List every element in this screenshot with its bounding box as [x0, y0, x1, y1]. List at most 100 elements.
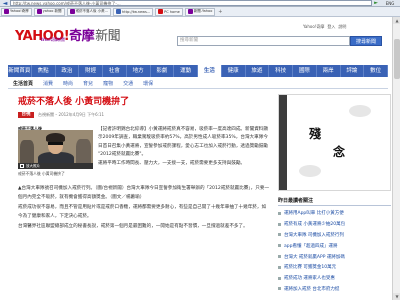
top-link[interactable]: 登入 — [327, 24, 335, 29]
sidebar-link[interactable]: app看懂「超過四成」運將 — [278, 240, 391, 251]
advertisement[interactable]: 殘 念 — [278, 94, 391, 191]
nav-tab[interactable]: 科技 — [269, 65, 293, 77]
sidebar-title: 昨日最讀者關注 — [278, 196, 391, 206]
page-icon — [4, 9, 9, 14]
bullet-icon — [278, 276, 281, 280]
top-link[interactable]: Yahoo!奇摩 — [303, 24, 324, 29]
top-link[interactable]: 說明 — [338, 24, 346, 29]
source-text: 台視新聞 – 2012年4月9日 下午6:11 — [38, 112, 105, 117]
sidebar-list: 運將用App叫車 比打小黃方便戒菸有成 小黃運將少抽20萬包台灣大車隊 司機加入… — [278, 208, 391, 294]
go-icon[interactable]: ► — [372, 0, 380, 6]
ad-text-2: 念 — [333, 145, 346, 159]
photo-enlarge-bar[interactable]: 放大照片 — [18, 163, 93, 169]
search-input[interactable]: 搜尋新聞 — [177, 36, 350, 46]
subnav-item[interactable]: 交通 — [118, 80, 138, 87]
nav-tab[interactable]: 數位 — [364, 65, 388, 77]
scrollbar[interactable]: ▲ ▼ — [392, 17, 400, 300]
body-paragraph: ▲台灣大車隊號召司機加入戒菸行列。（圖/台視新聞）台灣大車隊今日宣誓參加衛生署舉… — [18, 186, 270, 200]
sidebar-link-label: 運將加入戒菸 台北市府力挺 — [284, 286, 340, 292]
bookmark-tab[interactable]: PC home — [155, 7, 183, 16]
subnav-item[interactable]: 時尚 — [58, 80, 78, 87]
bookmark-label: PC home — [164, 9, 180, 14]
sidebar-link[interactable]: 戒菸成功 運將家人也受惠 — [278, 273, 391, 284]
sidebar-link[interactable]: 台灣大車隊 司機加入戒菸行列 — [278, 230, 391, 241]
sidebar-link-label: app看懂「超過四成」運將 — [284, 243, 338, 249]
scroll-up-icon[interactable]: ▲ — [393, 17, 400, 24]
yahoo-logo[interactable]: YAHOO!奇摩新聞 Yahoo!奇摩新聞 — [15, 25, 121, 44]
bookmark-bar: Yahoo!奇摩 yahoo 新聞 戒菸不落人後 小黃... http://tw.ne… — [0, 7, 400, 17]
bookmark-tab[interactable]: yahoo 新聞 — [33, 7, 65, 16]
bullet-icon — [278, 222, 281, 226]
sidebar-link[interactable]: 戒菸比賽 可獲獎金10萬元 — [278, 262, 391, 273]
main-nav: 新聞首頁 焦點 政治 財經 社會 地方 影劇 運動 生活 健康 旅遊 科技 國際 兩岸 評論 數位 — [8, 65, 388, 77]
scroll-thumb[interactable] — [394, 39, 400, 79]
bookmark-label: yahoo 新聞 — [42, 9, 62, 13]
nav-tab[interactable]: 社會 — [103, 65, 127, 77]
nav-tab[interactable]: 兩岸 — [317, 65, 341, 77]
article-photo[interactable] — [18, 130, 93, 163]
bookmark-tab[interactable]: Yahoo!奇摩 — [1, 7, 32, 16]
url-field[interactable]: http://tw.news.yahoo.com/戒菸不落人後-小黃司機拚了-.… — [10, 0, 372, 6]
back-icon[interactable]: ◄ — [0, 0, 10, 7]
nav-tab[interactable]: 新聞首頁 — [8, 65, 32, 77]
nav-tab[interactable]: 生活 — [198, 65, 222, 77]
subnav-item[interactable]: 寵物 — [98, 80, 118, 87]
nav-tab[interactable]: 政治 — [56, 65, 80, 77]
photo-bar-label: 放大照片 — [26, 163, 40, 168]
article-body: ▲台灣大車隊號召司機加入戒菸行列。（圖/台視新聞）台灣大車隊今日宣誓參加衛生署舉… — [18, 185, 270, 234]
subnav-item[interactable]: 環保 — [138, 80, 158, 87]
nav-tab[interactable]: 評論 — [341, 65, 365, 77]
bookmark-tab[interactable]: 戒菸不落人後 小黃... — [66, 7, 112, 16]
bullet-icon — [278, 255, 281, 259]
sidebar-link-label: 戒菸有成 小黃運將少抽20萬包 — [284, 222, 346, 228]
sidebar-link[interactable]: 運將加入戒菸 台北市府力挺 — [278, 284, 391, 295]
nav-tab[interactable]: 焦點 — [32, 65, 56, 77]
add-tab-icon[interactable]: + — [217, 9, 223, 15]
bookmark-label: Yahoo!奇摩 — [10, 9, 29, 13]
search-bar: 搜尋新聞 搜尋新聞 — [177, 36, 382, 46]
page-icon — [187, 9, 193, 14]
photo-caption: 戒菸不落人後 小黃司機拚了 — [18, 171, 65, 176]
sub-nav: 生活首頁 消費 時尚 育兒 寵物 交通 環保 — [8, 79, 388, 89]
sidebar-link-label: 台灣大 戒菸就贏APP 運將加碼 — [284, 254, 345, 260]
nav-tab[interactable]: 財經 — [79, 65, 103, 77]
nav-tab[interactable]: 運動 — [174, 65, 198, 77]
nav-tab[interactable]: 國際 — [293, 65, 317, 77]
nav-tab[interactable]: 地方 — [127, 65, 151, 77]
logo-section: 新聞 — [95, 29, 121, 44]
subnav-item[interactable]: 消費 — [38, 80, 58, 87]
zoom-icon — [20, 164, 24, 168]
bookmark-label: http://tw.news... — [122, 9, 151, 14]
nav-tab[interactable]: 影劇 — [151, 65, 175, 77]
top-links: Yahoo!奇摩 登入 說明 — [300, 24, 346, 30]
subnav-item[interactable]: 育兒 — [78, 80, 98, 87]
bullet-icon — [278, 233, 281, 237]
page-icon — [69, 9, 75, 14]
ad-text-1: 殘 — [309, 127, 322, 141]
subnav-item[interactable]: 生活首頁 — [8, 80, 38, 87]
page-icon — [158, 9, 164, 14]
page-icon — [36, 9, 42, 14]
sidebar-link[interactable]: 台灣大 戒菸就贏APP 運將加碼 — [278, 251, 391, 262]
lead-paragraph: 【記者許明錦台北綜導】小黃運將戒菸真不容易，吸菸率一度高達四成。新聞資料顯示20… — [98, 127, 268, 158]
bullet-icon — [278, 265, 281, 269]
bookmark-tab[interactable]: 新聞-Yahoo — [184, 7, 216, 16]
scroll-down-icon[interactable]: ▼ — [393, 293, 400, 300]
article-lead: 【記者許明錦台北綜導】小黃運將戒菸真不容易，吸菸率一度高達四成。新聞資料顯示20… — [98, 126, 270, 168]
language-indicator[interactable]: ENG — [380, 1, 400, 6]
source-logo[interactable]: 台視 — [18, 112, 34, 118]
logo-ex: 奇摩 — [69, 29, 95, 44]
sidebar-link[interactable]: 戒菸有成 小黃運將少抽20萬包 — [278, 219, 391, 230]
article-headline: 戒菸不落人後 小黃司機拚了 — [18, 97, 130, 107]
bookmark-label: 戒菸不落人後 小黃... — [75, 9, 109, 13]
bullet-icon — [278, 244, 281, 248]
bullet-icon — [278, 287, 281, 291]
sidebar-link[interactable]: 運將用App叫車 比打小黃方便 — [278, 208, 391, 219]
nav-tab[interactable]: 旅遊 — [246, 65, 270, 77]
page-icon — [116, 9, 122, 14]
address-bar: ◄ http://tw.news.yahoo.com/戒菸不落人後-小黃司機拚了… — [0, 0, 400, 7]
bookmark-tab[interactable]: http://tw.news... — [113, 7, 154, 16]
search-button[interactable]: 搜尋新聞 — [350, 36, 382, 46]
nav-tab[interactable]: 健康 — [222, 65, 246, 77]
body-paragraph: 戒菸成功很不容易，而且不管是用貼片或是戒菸口香糖，運將都需要更多耐心，有些是自己… — [18, 205, 267, 219]
